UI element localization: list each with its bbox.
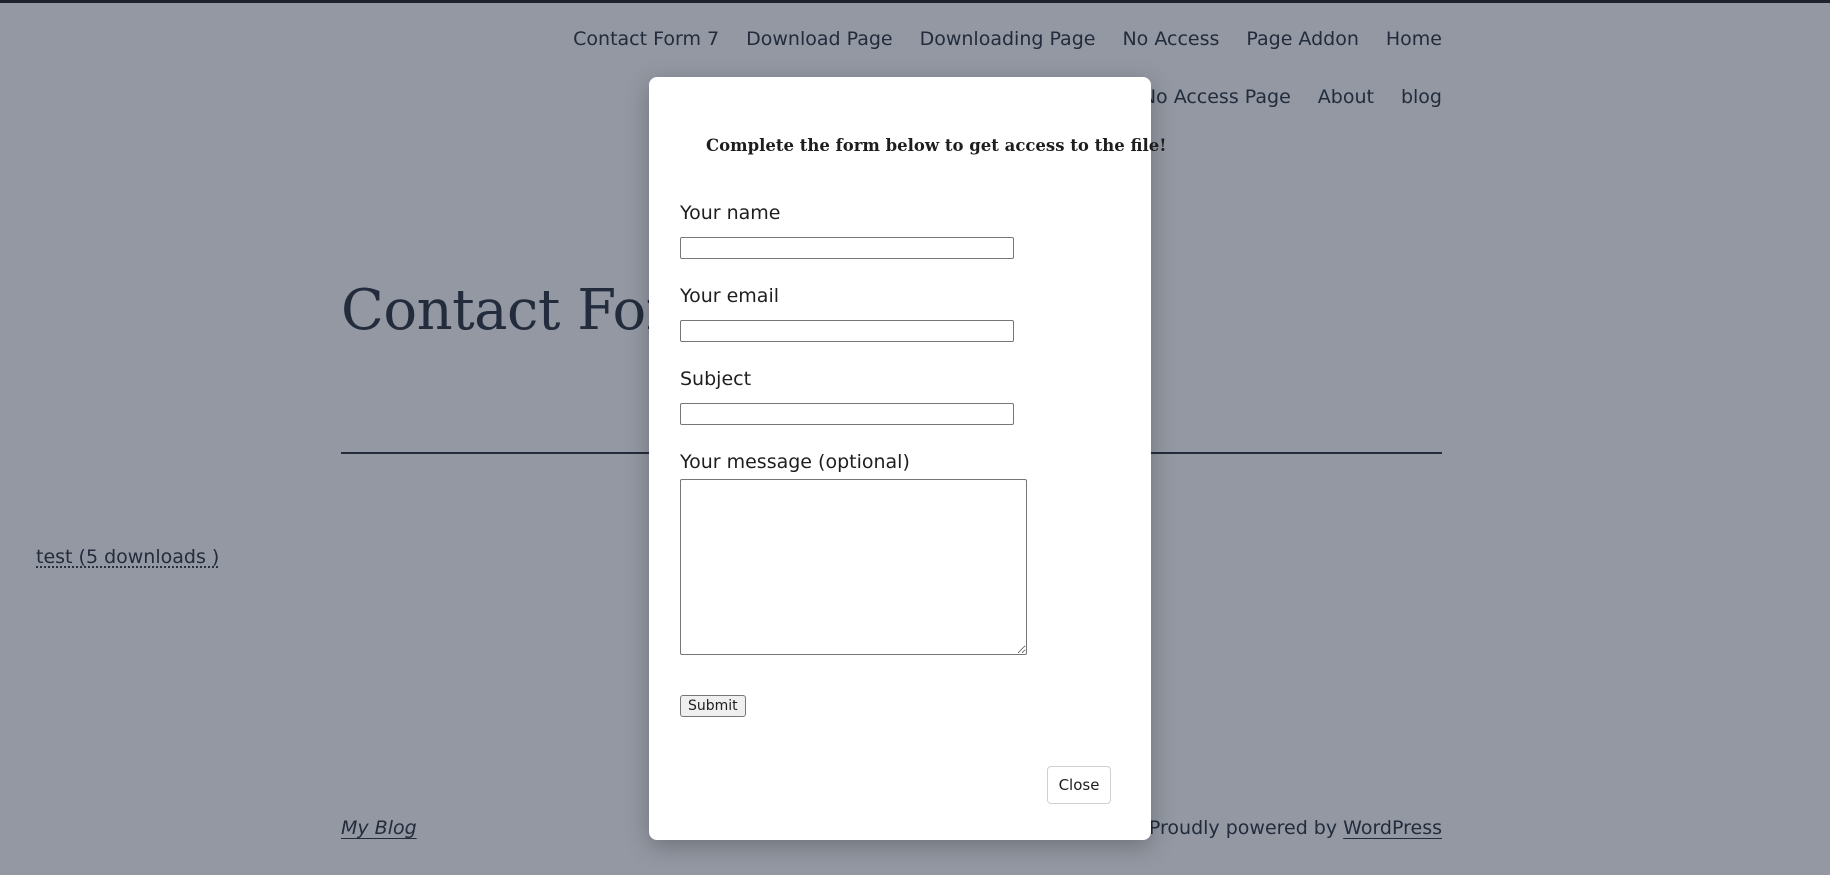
name-input[interactable]: [680, 237, 1014, 259]
subject-input[interactable]: [680, 403, 1014, 425]
email-label: Your email: [680, 285, 779, 307]
download-access-modal: Complete the form below to get access to…: [649, 77, 1167, 840]
modal-heading: Complete the form below to get access to…: [706, 136, 1167, 155]
subject-label: Subject: [680, 368, 752, 390]
message-textarea[interactable]: [680, 479, 1027, 655]
name-label: Your name: [680, 202, 781, 224]
close-button[interactable]: Close: [1047, 766, 1111, 804]
message-label: Your message (optional): [680, 451, 910, 473]
email-input[interactable]: [680, 320, 1014, 342]
submit-button[interactable]: Submit: [680, 695, 746, 717]
